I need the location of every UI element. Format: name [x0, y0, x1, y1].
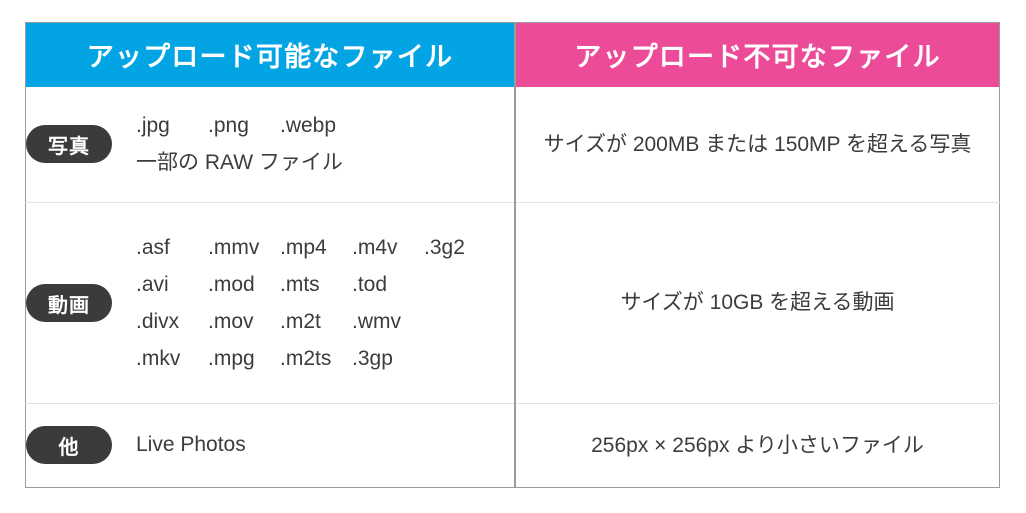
table-row: 写真 .jpg .png .webp 一部の RAW ファイル サイズが 200…	[25, 86, 1000, 203]
table-header: アップロード可能なファイル アップロード不可なファイル	[25, 22, 1000, 87]
file-extension: .3gp	[352, 347, 393, 371]
file-extension: .webp	[280, 114, 337, 138]
extension-line: .jpg .png .webp	[136, 114, 343, 137]
file-extension: .m2ts	[280, 347, 332, 371]
allowed-note-photo: 一部の RAW ファイル	[136, 151, 343, 175]
category-badge-other: 他	[26, 426, 112, 465]
file-extension: .divx	[136, 310, 180, 334]
extension-list-photo: .jpg .png .webp 一部の RAW ファイル	[136, 114, 343, 174]
cell-inner: 動画 .asf .mmv .mp4 .m4v .3g2 .avi .mod .m…	[26, 236, 514, 370]
file-extension: .mkv	[136, 347, 181, 371]
file-extension: .wmv	[352, 310, 401, 334]
header-row: アップロード可能なファイル アップロード不可なファイル	[25, 22, 1000, 87]
file-compatibility-table: アップロード可能なファイル アップロード不可なファイル 写真 .jpg .png…	[25, 22, 1000, 488]
file-extension: .jpg	[136, 114, 170, 138]
file-extension: .m4v	[352, 235, 398, 259]
file-extension: .m2t	[280, 310, 321, 334]
file-extension: .mov	[208, 310, 254, 334]
extension-line: .asf .mmv .mp4 .m4v .3g2	[136, 236, 465, 259]
file-extension: .mts	[280, 272, 320, 296]
blocked-text: 256px × 256px より小さいファイル	[591, 433, 924, 457]
file-extension: .asf	[136, 235, 170, 259]
blocked-cell-video: サイズが 10GB を超える動画	[515, 202, 1000, 404]
extension-list-video: .asf .mmv .mp4 .m4v .3g2 .avi .mod .mts …	[136, 236, 465, 370]
cell-inner: 他 Live Photos	[26, 426, 514, 465]
blocked-text: サイズが 10GB を超える動画	[620, 291, 895, 315]
table-body: 写真 .jpg .png .webp 一部の RAW ファイル サイズが 200…	[25, 86, 1000, 488]
category-badge-video: 動画	[26, 284, 112, 323]
cell-inner: 写真 .jpg .png .webp 一部の RAW ファイル	[26, 114, 514, 174]
file-extension: .mpg	[208, 347, 255, 371]
file-extension: .mmv	[208, 235, 260, 259]
allowed-cell-video: 動画 .asf .mmv .mp4 .m4v .3g2 .avi .mod .m…	[25, 202, 516, 404]
file-extension: .3g2	[424, 235, 465, 259]
file-extension: .mp4	[280, 235, 327, 259]
blocked-cell-other: 256px × 256px より小さいファイル	[515, 402, 1000, 488]
allowed-note-other: Live Photos	[136, 433, 246, 457]
column-header-blocked: アップロード不可なファイル	[515, 22, 1000, 87]
extension-line: .mkv .mpg .m2ts .3gp	[136, 347, 465, 370]
file-extension: .mod	[208, 272, 255, 296]
blocked-text: サイズが 200MB または 150MP を超える写真	[543, 132, 972, 156]
column-header-allowed: アップロード可能なファイル	[25, 22, 516, 87]
table-row: 他 Live Photos 256px × 256px より小さいファイル	[25, 402, 1000, 488]
page-root: アップロード可能なファイル アップロード不可なファイル 写真 .jpg .png…	[0, 0, 1026, 513]
file-extension: .png	[208, 114, 249, 138]
blocked-cell-photo: サイズが 200MB または 150MP を超える写真	[515, 87, 1000, 203]
allowed-cell-photo: 写真 .jpg .png .webp 一部の RAW ファイル	[25, 86, 516, 203]
extension-line: .divx .mov .m2t .wmv	[136, 310, 465, 333]
allowed-cell-other: 他 Live Photos	[25, 402, 516, 488]
category-badge-photo: 写真	[26, 125, 112, 164]
file-extension: .tod	[352, 272, 388, 296]
extension-line: .avi .mod .mts .tod	[136, 273, 465, 296]
file-extension: .avi	[136, 272, 169, 296]
table-row: 動画 .asf .mmv .mp4 .m4v .3g2 .avi .mod .m…	[25, 202, 1000, 404]
